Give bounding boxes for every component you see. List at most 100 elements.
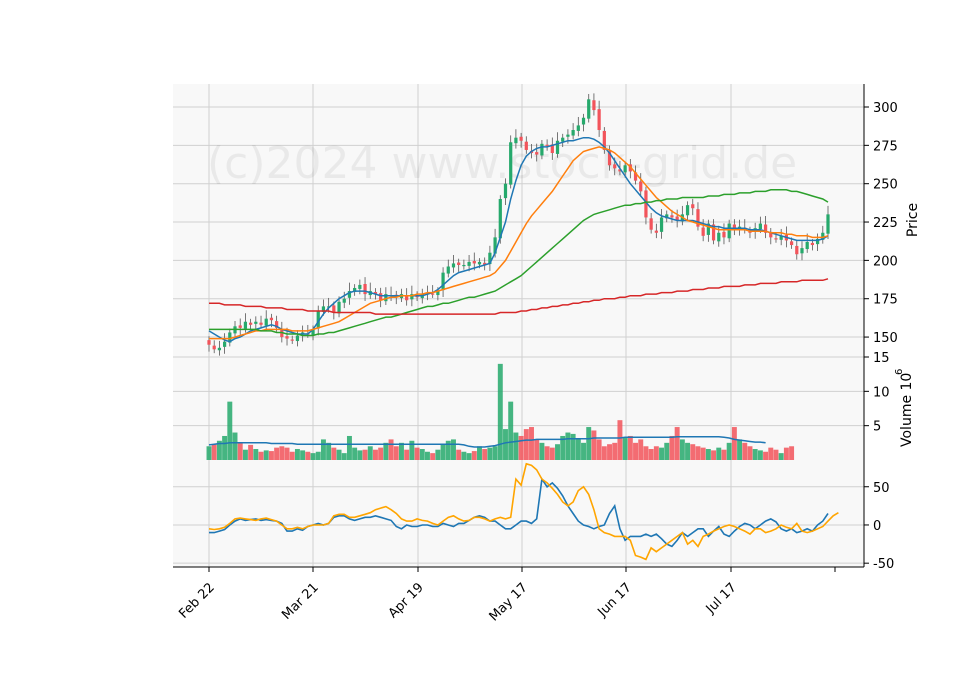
candle-body — [774, 238, 778, 240]
candle-body — [789, 241, 794, 246]
candle-body — [337, 301, 341, 314]
volume-bar — [310, 453, 316, 460]
volume-bar — [430, 453, 436, 460]
candle-body — [592, 100, 596, 111]
volume-bar — [346, 435, 352, 460]
candle-body — [457, 262, 461, 265]
candle-body — [566, 134, 570, 137]
volume-bar — [300, 450, 306, 460]
candle-body — [254, 321, 258, 324]
volume-axis-exponent: 6 — [894, 369, 905, 375]
candle-body — [477, 261, 482, 265]
volume-bar — [549, 447, 555, 460]
volume-bar — [648, 449, 654, 460]
volume-axis-label: Volume 10 — [899, 373, 915, 447]
candle-body — [826, 214, 830, 234]
candle-body — [535, 152, 539, 155]
volume-bar — [622, 438, 628, 460]
candle-body — [805, 241, 809, 250]
price-tick-label: 275 — [873, 139, 898, 154]
x-tick-label: Jun 17 — [595, 580, 635, 620]
volume-bar — [367, 446, 373, 460]
volume-bar — [659, 447, 665, 460]
volume-bar — [461, 451, 467, 460]
volume-bar — [638, 439, 644, 460]
volume-bar — [268, 451, 274, 460]
volume-bar — [513, 432, 519, 460]
volume-bar — [357, 450, 363, 460]
candle-body — [691, 204, 695, 209]
volume-bar — [596, 439, 602, 460]
candle-body — [462, 264, 466, 267]
volume-bar — [388, 439, 394, 460]
candle-body — [717, 232, 721, 242]
volume-bar — [674, 427, 680, 460]
volume-bar — [773, 449, 779, 460]
volume-bar — [258, 451, 264, 460]
candle-body — [451, 263, 456, 268]
volume-bar — [705, 449, 711, 460]
volume-bar — [253, 449, 259, 460]
volume-bar — [737, 439, 743, 460]
volume-bar — [289, 451, 295, 460]
volume-tick-label: 5 — [873, 420, 881, 435]
volume-bar — [763, 451, 769, 460]
candle-body — [264, 318, 268, 326]
price-tick-label: 300 — [873, 101, 898, 116]
candle-body — [212, 345, 216, 350]
x-tick-label: Apr 19 — [386, 580, 427, 621]
volume-bar — [778, 453, 784, 460]
candle-body — [243, 321, 248, 329]
volume-bar — [757, 450, 763, 460]
price-tick-label: 175 — [873, 293, 898, 308]
volume-bar — [227, 401, 233, 460]
candle-body — [285, 336, 289, 339]
volume-bar — [378, 447, 384, 460]
candle-body — [800, 248, 804, 254]
candle-body — [358, 284, 362, 289]
volume-bar — [539, 442, 545, 460]
candle-body — [441, 272, 445, 291]
volume-bar — [768, 447, 774, 460]
volume-bar — [336, 449, 342, 460]
candle-body — [613, 164, 617, 169]
volume-bar — [451, 439, 456, 460]
oscillator-tick-label: 0 — [873, 519, 881, 534]
candle-body — [467, 261, 471, 266]
volume-bar — [607, 444, 613, 460]
osc-panel-bg — [173, 460, 864, 567]
volume-bar — [633, 442, 639, 460]
price-tick-label: 150 — [873, 331, 898, 346]
volume-bar — [653, 446, 659, 460]
volume-bar — [362, 449, 368, 460]
candle-body — [519, 136, 523, 141]
volume-bar — [237, 442, 243, 460]
volume-bar — [664, 442, 670, 460]
candle-body — [540, 143, 544, 156]
volume-bar — [565, 432, 571, 460]
volume-bar — [440, 444, 446, 460]
volume-bar — [320, 439, 326, 460]
volume-bar — [263, 450, 269, 460]
candle-body — [795, 245, 799, 255]
candle-body — [524, 141, 528, 150]
candle-body — [670, 215, 674, 218]
volume-tick-label: 15 — [873, 351, 890, 366]
candle-body — [561, 137, 565, 142]
price-tick-label: 225 — [873, 216, 898, 231]
x-tick-label: May 17 — [487, 580, 531, 624]
volume-bar — [586, 427, 592, 460]
volume-bar — [222, 435, 228, 460]
volume-bar — [352, 447, 358, 460]
candle-body — [295, 335, 300, 342]
volume-bar — [492, 446, 498, 460]
volume-bar — [419, 449, 425, 460]
volume-bar — [232, 432, 238, 460]
volume-bar — [679, 439, 685, 460]
candle-body — [571, 130, 575, 136]
price-axis-label: Price — [905, 203, 921, 237]
candle-body — [722, 231, 726, 238]
volume-bar — [570, 433, 576, 460]
x-tick-label: Feb 22 — [176, 580, 218, 622]
volume-bar — [716, 447, 722, 460]
